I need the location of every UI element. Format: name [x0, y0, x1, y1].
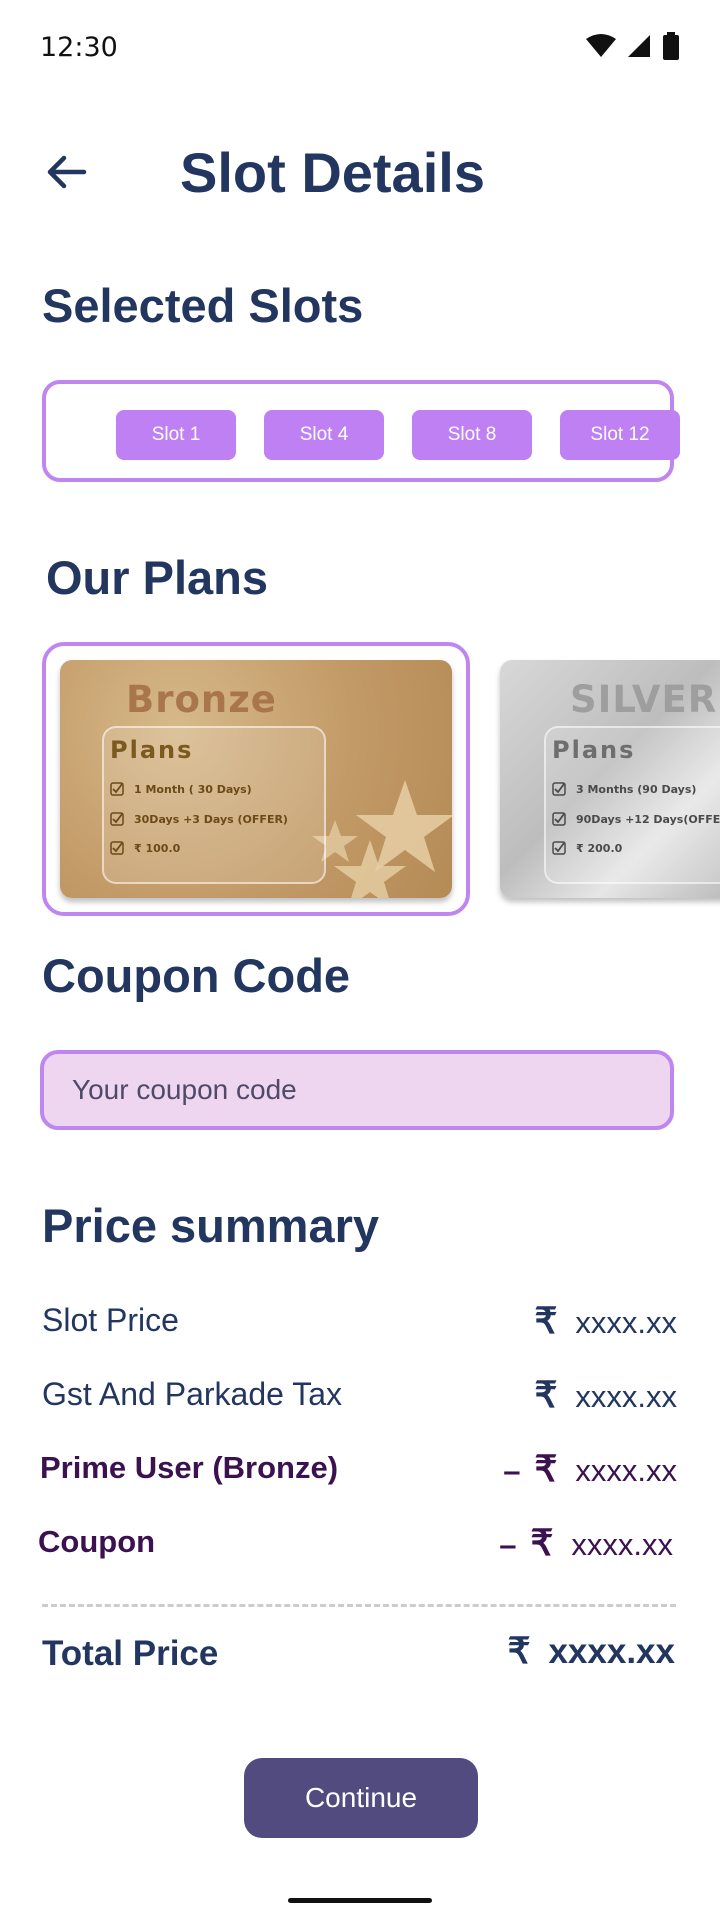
- rupee-icon: ₹: [534, 1300, 558, 1341]
- price-amount: xxxx.xx: [571, 1527, 673, 1562]
- rupee-icon: ₹: [530, 1522, 554, 1563]
- checkbox-icon: [552, 782, 566, 796]
- checkbox-icon: [110, 782, 124, 796]
- checkbox-icon: [552, 841, 566, 855]
- price-row-value: ₹ xxxx.xx: [534, 1374, 677, 1416]
- plan-feature-text: 90Days +12 Days(OFFER): [576, 812, 720, 826]
- price-amount: xxxx.xx: [575, 1305, 677, 1340]
- plan-feature: ₹ 100.0: [110, 841, 180, 855]
- plan-feature: 30Days +3 Days (OFFER): [110, 812, 288, 826]
- plan-feature-text: 1 Month ( 30 Days): [134, 782, 252, 796]
- continue-button[interactable]: Continue: [244, 1758, 478, 1838]
- checkbox-icon: [110, 841, 124, 855]
- home-indicator: [288, 1898, 432, 1903]
- price-row-label: Slot Price: [42, 1302, 179, 1338]
- selected-slots-container: Slot 1 Slot 4 Slot 8 Slot 12: [42, 380, 680, 482]
- slot-chip[interactable]: Slot 8: [412, 410, 532, 460]
- plan-brand: SILVER: [570, 678, 718, 721]
- rupee-icon: ₹: [534, 1448, 558, 1489]
- price-summary-title: Price summary: [42, 1199, 380, 1252]
- signal-icon: [628, 35, 650, 57]
- price-row-value: – ₹ xxxx.xx: [503, 1448, 677, 1490]
- price-amount: xxxx.xx: [575, 1379, 677, 1414]
- minus-sign: –: [499, 1527, 517, 1562]
- plan-brand: Bronze: [126, 678, 277, 721]
- slot-chip[interactable]: Slot 4: [264, 410, 384, 460]
- selected-slots-title: Selected Slots: [42, 279, 364, 332]
- plan-card-bronze[interactable]: Bronze Plans 1 Month ( 30 Days) 30Days +…: [60, 660, 452, 898]
- plan-feature-text: 30Days +3 Days (OFFER): [134, 812, 288, 826]
- total-price-value: ₹ xxxx.xx: [508, 1630, 675, 1672]
- total-price-label: Total Price: [42, 1634, 219, 1673]
- price-row-value: – ₹ xxxx.xx: [499, 1522, 673, 1564]
- checkbox-icon: [552, 812, 566, 826]
- price-row-value: ₹ xxxx.xx: [534, 1300, 677, 1342]
- total-amount: xxxx.xx: [548, 1632, 675, 1671]
- plan-feature: 3 Months (90 Days): [552, 782, 696, 796]
- star-decoration-icon: [312, 780, 452, 898]
- price-row-label: Coupon: [38, 1524, 156, 1559]
- slot-chip[interactable]: Slot 1: [116, 410, 236, 460]
- status-icons: [586, 32, 680, 60]
- plan-heading: Plans: [552, 736, 636, 764]
- wifi-icon: [586, 34, 616, 57]
- plan-feature: 1 Month ( 30 Days): [110, 782, 252, 796]
- coupon-title: Coupon Code: [42, 949, 351, 1002]
- status-time: 12:30: [40, 32, 118, 63]
- price-row-label: Gst And Parkade Tax: [42, 1376, 343, 1412]
- arrow-left-icon[interactable]: [44, 150, 88, 194]
- plan-feature-text: ₹ 100.0: [134, 841, 181, 855]
- slot-chip[interactable]: Slot 12: [560, 410, 680, 460]
- plan-heading: Plans: [110, 736, 194, 764]
- checkbox-icon: [110, 812, 124, 826]
- plan-feature-text: ₹ 200.0: [576, 841, 623, 855]
- plans-title: Our Plans: [46, 551, 269, 604]
- dashed-divider: [42, 1604, 676, 1607]
- price-row-label: Prime User (Bronze): [40, 1450, 339, 1485]
- price-amount: xxxx.xx: [575, 1453, 677, 1488]
- battery-icon: [663, 32, 679, 60]
- plan-card-silver[interactable]: SILVER Plans 3 Months (90 Days) 90Days +…: [500, 660, 720, 898]
- rupee-icon: ₹: [507, 1630, 531, 1671]
- plan-feature: 90Days +12 Days(OFFER): [552, 812, 720, 826]
- minus-sign: –: [503, 1453, 521, 1488]
- plan-feature-text: 3 Months (90 Days): [576, 782, 697, 796]
- page-title: Slot Details: [180, 141, 485, 204]
- coupon-input[interactable]: [40, 1050, 674, 1130]
- plan-feature: ₹ 200.0: [552, 841, 622, 855]
- rupee-icon: ₹: [534, 1374, 558, 1415]
